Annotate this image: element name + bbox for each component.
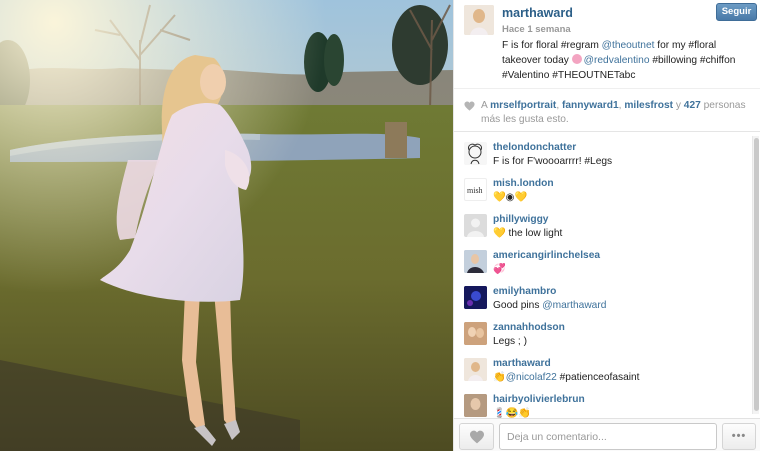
commenter-username[interactable]: marthaward (493, 358, 551, 369)
commenter-avatar[interactable] (464, 322, 487, 345)
post-details-panel: marthaward Hace 1 semana Seguir F is for… (453, 0, 760, 451)
clap-emoji: 👏 (493, 372, 506, 383)
comment-input[interactable] (499, 423, 717, 450)
commenter-avatar[interactable] (464, 394, 487, 417)
comment-text: 👏@nicolaf22 #patienceofasaint (493, 372, 640, 383)
author-username[interactable]: marthaward (502, 6, 573, 20)
photo-avatar-icon (464, 394, 487, 417)
heart-icon (464, 101, 475, 111)
sketch-face-icon (468, 143, 482, 165)
comment-text: 💛◉💛 (493, 192, 528, 203)
commenter-avatar[interactable] (464, 214, 487, 237)
photo-image (0, 0, 453, 451)
comment-text: 💞 (493, 264, 506, 275)
comment-item: americangirlinchelsea 💞 (454, 240, 754, 276)
commenter-username[interactable]: emilyhambro (493, 286, 556, 297)
photo-avatar-icon (464, 322, 487, 345)
commenter-avatar[interactable]: mish (464, 178, 487, 201)
flower-emoji-icon (571, 54, 582, 64)
photo-avatar-icon (464, 286, 487, 309)
commenter-username[interactable]: americangirlinchelsea (493, 250, 600, 261)
photo-avatar-icon (464, 250, 487, 273)
comments-scrollbar[interactable] (752, 136, 759, 414)
instagram-post-lightbox: marthaward Hace 1 semana Seguir F is for… (0, 0, 760, 451)
commenter-username[interactable]: mish.london (493, 178, 554, 189)
default-avatar-icon (467, 218, 484, 237)
comment-item: marthaward 👏@nicolaf22 #patienceofasaint (454, 348, 754, 384)
post-header: marthaward Hace 1 semana Seguir F is for… (454, 0, 760, 88)
commenter-username[interactable]: thelondonchatter (493, 142, 576, 153)
comment-text: F is for F'woooarrrr! #Legs (493, 156, 613, 167)
commenter-username[interactable]: phillywiggy (493, 214, 548, 225)
comment-text: 💛 the low light (493, 228, 563, 239)
comment-item: zannahhodson Legs ; ) (454, 312, 754, 348)
comment-text-part: Good pins (493, 300, 543, 311)
comment-item: mish mish.london 💛◉💛 (454, 168, 754, 204)
comment-item: thelondonchatter F is for F'woooarrrr! #… (454, 132, 754, 168)
comment-footer: ••• (454, 418, 760, 451)
likes-count[interactable]: 427 (684, 100, 701, 111)
comment-item: emilyhambro Good pins @marthaward (454, 276, 754, 312)
author-avatar[interactable] (464, 5, 494, 35)
post-caption: F is for floral #regram @theoutnet for m… (502, 38, 752, 83)
follow-button[interactable]: Seguir (716, 3, 757, 21)
commenter-avatar[interactable] (464, 286, 487, 309)
more-options-button[interactable]: ••• (722, 423, 756, 450)
comment-text: Legs ; ) (493, 336, 527, 347)
comment-mention[interactable]: @marthaward (542, 300, 606, 311)
comment-text: 💈😂👏 (493, 408, 532, 418)
likes-prefix: A (481, 100, 488, 111)
more-dots-icon: ••• (731, 430, 747, 442)
commenter-username[interactable]: zannahhodson (493, 322, 565, 333)
photo-avatar-icon (464, 358, 487, 381)
liker-mrselfportrait[interactable]: mrselfportrait (490, 100, 556, 111)
comments-list[interactable]: thelondonchatter F is for F'woooarrrr! #… (454, 132, 760, 418)
svg-text:mish: mish (467, 186, 483, 195)
commenter-avatar[interactable] (464, 142, 487, 165)
commenter-avatar[interactable] (464, 358, 487, 381)
commenter-avatar[interactable] (464, 250, 487, 273)
likes-summary: A mrselfportrait, fannyward1, milesfrost… (454, 88, 760, 132)
likes-text: A mrselfportrait, fannyward1, milesfrost… (481, 99, 756, 127)
liker-fannyward1[interactable]: fannyward1 (562, 100, 619, 111)
heart-icon (470, 430, 484, 444)
post-timestamp[interactable]: Hace 1 semana (502, 24, 571, 35)
caption-text-1: F is for floral #regram (502, 40, 602, 51)
commenter-username[interactable]: hairbyolivierlebrun (493, 394, 585, 405)
like-button[interactable] (459, 423, 494, 450)
liker-milesfrost[interactable]: milesfrost (624, 100, 673, 111)
comment-text-part: #patienceofasaint (556, 372, 640, 383)
author-photo-icon (464, 5, 494, 35)
mish-logo-icon: mish (467, 186, 483, 195)
comment-mention[interactable]: @nicolaf22 (506, 372, 557, 383)
comment-item: hairbyolivierlebrun 💈😂👏 (454, 384, 754, 418)
likes-separator: , (618, 100, 622, 111)
post-photo[interactable] (0, 0, 453, 451)
likes-conjunction: y (675, 100, 681, 111)
scrollbar-thumb[interactable] (754, 138, 759, 411)
comment-text: Good pins @marthaward (493, 300, 606, 311)
comment-item: phillywiggy 💛 the low light (454, 204, 754, 240)
likes-separator: , (556, 100, 560, 111)
caption-mention-theoutnet[interactable]: @theoutnet (602, 40, 655, 51)
caption-mention-redvalentino[interactable]: @redvalentino (584, 55, 650, 66)
